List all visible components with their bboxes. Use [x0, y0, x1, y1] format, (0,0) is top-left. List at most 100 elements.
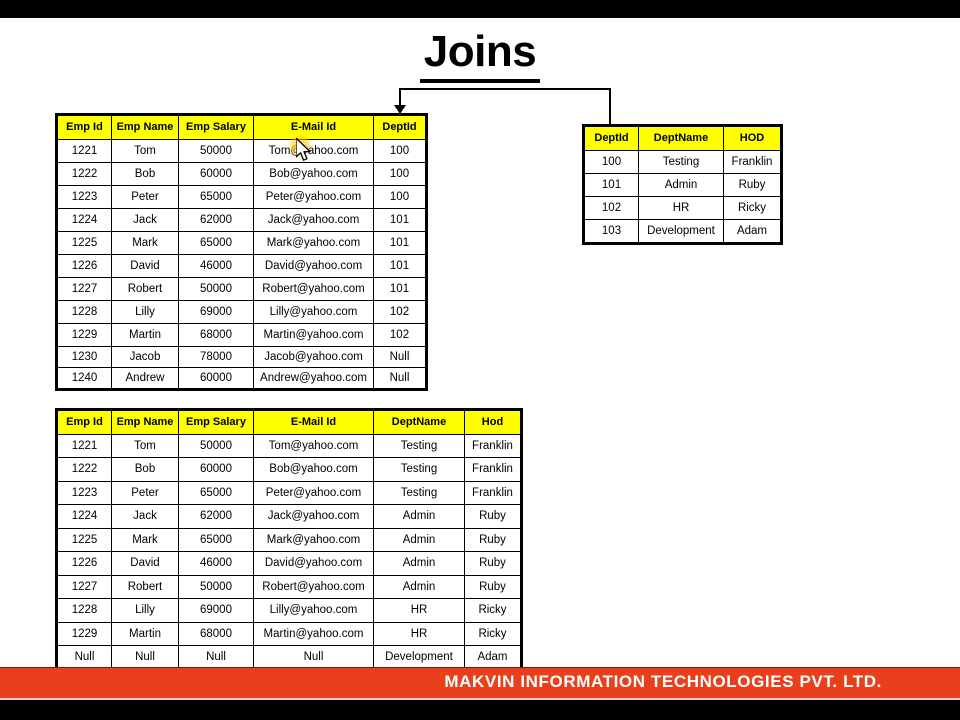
- cell-empid: 1226: [56, 551, 112, 576]
- cell-empname: Jack: [111, 208, 179, 232]
- cell-hod: Franklin: [464, 433, 522, 458]
- cell-deptid: 100: [583, 150, 639, 174]
- cell-empname: Mark: [111, 231, 179, 255]
- cell-email: Lilly@yahoo.com: [253, 300, 374, 324]
- cell-empsalary: 60000: [178, 162, 254, 186]
- cell-empsalary: 50000: [178, 433, 254, 458]
- cell-empsalary: 65000: [178, 480, 254, 505]
- table-row: 1222 Bob 60000 Bob@yahoo.com 100: [56, 162, 427, 186]
- table-row: 1225 Mark 65000 Mark@yahoo.com 101: [56, 231, 427, 255]
- column-header: DeptId: [373, 114, 427, 140]
- cell-empsalary: 50000: [178, 574, 254, 599]
- cell-empid: 1223: [56, 185, 112, 209]
- table-row: 1221 Tom 50000 Tom@yahoo.com Testing Fra…: [56, 433, 522, 458]
- column-header: Emp Name: [111, 409, 179, 435]
- table-row: 1221 Tom 50000 Tom@yahoo.com 100: [56, 139, 427, 163]
- cell-empsalary: 65000: [178, 527, 254, 552]
- cell-deptname: Admin: [373, 504, 465, 529]
- cell-empsalary: 69000: [178, 300, 254, 324]
- table-row: 102 HR Ricky: [583, 196, 782, 220]
- cell-empid: 1227: [56, 277, 112, 301]
- cell-hod: Ricky: [464, 598, 522, 623]
- table-row: 1227 Robert 50000 Robert@yahoo.com Admin…: [56, 574, 522, 599]
- table-row: 1227 Robert 50000 Robert@yahoo.com 101: [56, 277, 427, 301]
- cell-hod: Franklin: [723, 150, 782, 174]
- cell-empname: Lilly: [111, 300, 179, 324]
- cell-email: Jack@yahoo.com: [253, 504, 374, 529]
- cell-empsalary: 60000: [178, 457, 254, 482]
- page-title-text: Joins: [419, 27, 541, 83]
- cell-empsalary: 46000: [178, 551, 254, 576]
- column-header: E-Mail Id: [253, 114, 374, 140]
- cell-deptid: Null: [373, 346, 427, 368]
- column-header: Emp Salary: [178, 409, 254, 435]
- cell-empid: 1222: [56, 162, 112, 186]
- cell-deptname: Testing: [638, 150, 724, 174]
- cell-empname: Tom: [111, 139, 179, 163]
- table-header-row: Emp Id Emp Name Emp Salary E-Mail Id Dep…: [56, 114, 427, 140]
- cell-empname: Bob: [111, 457, 179, 482]
- cell-empname: Andrew: [111, 367, 179, 390]
- cell-empsalary: 68000: [178, 323, 254, 347]
- cell-empsalary: 69000: [178, 598, 254, 623]
- table-row: 1223 Peter 65000 Peter@yahoo.com 100: [56, 185, 427, 209]
- table-row: 1230 Jacob 78000 Jacob@yahoo.com Null: [56, 346, 427, 368]
- column-header: Emp Salary: [178, 114, 254, 140]
- cell-deptid: 101: [373, 277, 427, 301]
- cell-deptid: 100: [373, 162, 427, 186]
- cell-empid: 1224: [56, 504, 112, 529]
- cell-deptid: 103: [583, 219, 639, 244]
- footer-company-name: MAKVIN INFORMATION TECHNOLOGIES PVT. LTD…: [444, 672, 882, 691]
- table-row: 1222 Bob 60000 Bob@yahoo.com Testing Fra…: [56, 457, 522, 482]
- table-row: 1228 Lilly 69000 Lilly@yahoo.com 102: [56, 300, 427, 324]
- cell-hod: Franklin: [464, 480, 522, 505]
- cell-deptname: Testing: [373, 433, 465, 458]
- cell-email: Martin@yahoo.com: [253, 323, 374, 347]
- table-row: 100 Testing Franklin: [583, 150, 782, 174]
- column-header: E-Mail Id: [253, 409, 374, 435]
- cell-email: Bob@yahoo.com: [253, 457, 374, 482]
- cell-deptid: 100: [373, 185, 427, 209]
- cell-hod: Adam: [723, 219, 782, 244]
- cell-empid: 1240: [56, 367, 112, 390]
- cell-email: David@yahoo.com: [253, 551, 374, 576]
- cell-hod: Ruby: [464, 527, 522, 552]
- cell-empsalary: 78000: [178, 346, 254, 368]
- column-header: HOD: [723, 125, 782, 151]
- cell-empname: Robert: [111, 277, 179, 301]
- column-header: Emp Id: [56, 409, 112, 435]
- cell-empid: 1223: [56, 480, 112, 505]
- cell-email: Jacob@yahoo.com: [253, 346, 374, 368]
- column-header: DeptId: [583, 125, 639, 151]
- cell-empid: 1221: [56, 433, 112, 458]
- cell-empid: 1224: [56, 208, 112, 232]
- cell-email: Mark@yahoo.com: [253, 527, 374, 552]
- cell-empsalary: 60000: [178, 367, 254, 390]
- cell-deptid: Null: [373, 367, 427, 390]
- cell-empid: 1230: [56, 346, 112, 368]
- cell-deptid: 101: [373, 208, 427, 232]
- cell-empname: Robert: [111, 574, 179, 599]
- table-header-row: Emp Id Emp Name Emp Salary E-Mail Id Dep…: [56, 409, 522, 435]
- cell-empid: 1229: [56, 621, 112, 646]
- cell-deptid: 100: [373, 139, 427, 163]
- cell-email: Peter@yahoo.com: [253, 480, 374, 505]
- cell-empid: 1228: [56, 598, 112, 623]
- cell-empname: Jacob: [111, 346, 179, 368]
- cell-deptname: Development: [638, 219, 724, 244]
- cell-deptname: Testing: [373, 457, 465, 482]
- cell-deptname: HR: [373, 621, 465, 646]
- table-row: 1225 Mark 65000 Mark@yahoo.com Admin Rub…: [56, 527, 522, 552]
- mouse-cursor-icon: [296, 138, 311, 161]
- column-header: Emp Name: [111, 114, 179, 140]
- cell-empname: Jack: [111, 504, 179, 529]
- cell-deptname: Admin: [638, 173, 724, 197]
- table-row: 1228 Lilly 69000 Lilly@yahoo.com HR Rick…: [56, 598, 522, 623]
- cell-deptid: 102: [373, 323, 427, 347]
- join-connector-right-drop: [609, 88, 611, 124]
- table-row: 1240 Andrew 60000 Andrew@yahoo.com Null: [56, 367, 427, 390]
- slide-top-bar: [0, 0, 960, 18]
- table-row: 103 Development Adam: [583, 219, 782, 244]
- cell-empname: David: [111, 551, 179, 576]
- table-row: 1226 David 46000 David@yahoo.com 101: [56, 254, 427, 278]
